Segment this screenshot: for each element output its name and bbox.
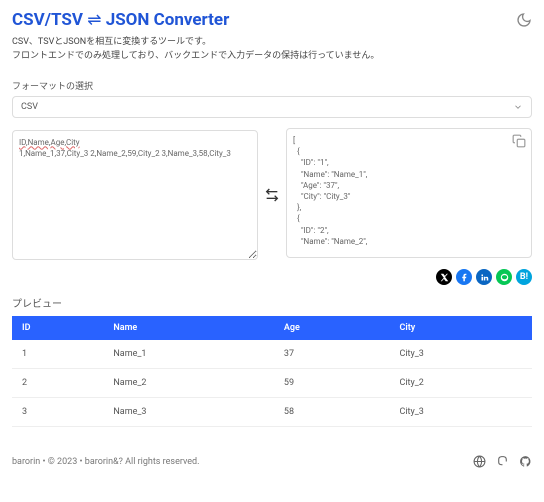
table-cell: Name_2 (103, 369, 274, 398)
input-header-line: ID,Name,Age,City (19, 138, 80, 147)
table-header: ID (12, 316, 103, 340)
app-title: CSV/TSV ⇌ JSON Converter (12, 10, 229, 30)
social-share: B! (12, 269, 532, 285)
preview-label: プレビュー (12, 295, 532, 310)
table-header: Age (274, 316, 390, 340)
footer-text: barorin • © 2023 • barorin&? All rights … (12, 457, 200, 467)
share-facebook-button[interactable] (456, 269, 472, 285)
output-textarea[interactable] (286, 128, 532, 258)
table-cell: 37 (274, 340, 390, 369)
table-header: City (389, 316, 532, 340)
table-cell: 59 (274, 369, 390, 398)
globe-icon[interactable] (473, 455, 486, 468)
input-textarea[interactable]: ID,Name,Age,City 1,Name_1,37,City_3 2,Nam… (12, 130, 258, 260)
table-row: 2Name_259City_2 (12, 369, 532, 398)
share-hatena-button[interactable]: B! (516, 269, 532, 285)
table-cell: City_3 (389, 340, 532, 369)
swap-button[interactable] (264, 187, 280, 203)
share-linkedin-button[interactable] (476, 269, 492, 285)
table-cell: 2 (12, 369, 103, 398)
copy-button[interactable] (512, 134, 526, 148)
format-label: フォーマットの選択 (12, 79, 532, 92)
table-cell: 3 (12, 398, 103, 427)
desc-line-2: フロントエンドでのみ処理しており、バックエンドで入力データの保持は行っていません… (12, 50, 532, 64)
github-icon[interactable] (519, 455, 532, 468)
swap-icon: ⇌ (87, 10, 101, 30)
share-x-button[interactable] (436, 269, 452, 285)
format-selected: CSV (21, 102, 38, 112)
table-cell: City_2 (389, 369, 532, 398)
input-pane: ID,Name,Age,City 1,Name_1,37,City_3 2,Nam… (12, 130, 258, 260)
converter-row: ID,Name,Age,City 1,Name_1,37,City_3 2,Nam… (12, 128, 532, 261)
title-left: CSV/TSV (12, 10, 83, 30)
chevron-down-icon (513, 102, 523, 112)
table-cell: City_3 (389, 398, 532, 427)
description: CSV、TSVとJSONを相互に変換するツールです。 フロントエンドでのみ処理し… (12, 36, 532, 63)
table-row: 1Name_137City_3 (12, 340, 532, 369)
mastodon-icon[interactable] (496, 455, 509, 468)
header: CSV/TSV ⇌ JSON Converter (12, 10, 532, 30)
share-line-button[interactable] (496, 269, 512, 285)
table-header: Name (103, 316, 274, 340)
format-select[interactable]: CSV (12, 96, 532, 118)
preview-table: IDNameAgeCity 1Name_137City_32Name_259Ci… (12, 316, 532, 427)
table-cell: 58 (274, 398, 390, 427)
output-pane (286, 128, 532, 261)
footer-icons (473, 455, 532, 468)
footer: barorin • © 2023 • barorin&? All rights … (12, 447, 532, 468)
dark-mode-toggle[interactable] (516, 12, 532, 28)
title-right: JSON Converter (106, 10, 230, 30)
table-cell: 1 (12, 340, 103, 369)
table-cell: Name_3 (103, 398, 274, 427)
desc-line-1: CSV、TSVとJSONを相互に変換するツールです。 (12, 36, 532, 50)
input-rest: 1,Name_1,37,City_3 2,Name_2,59,City_2 3,… (19, 149, 231, 158)
table-row: 3Name_358City_3 (12, 398, 532, 427)
table-cell: Name_1 (103, 340, 274, 369)
